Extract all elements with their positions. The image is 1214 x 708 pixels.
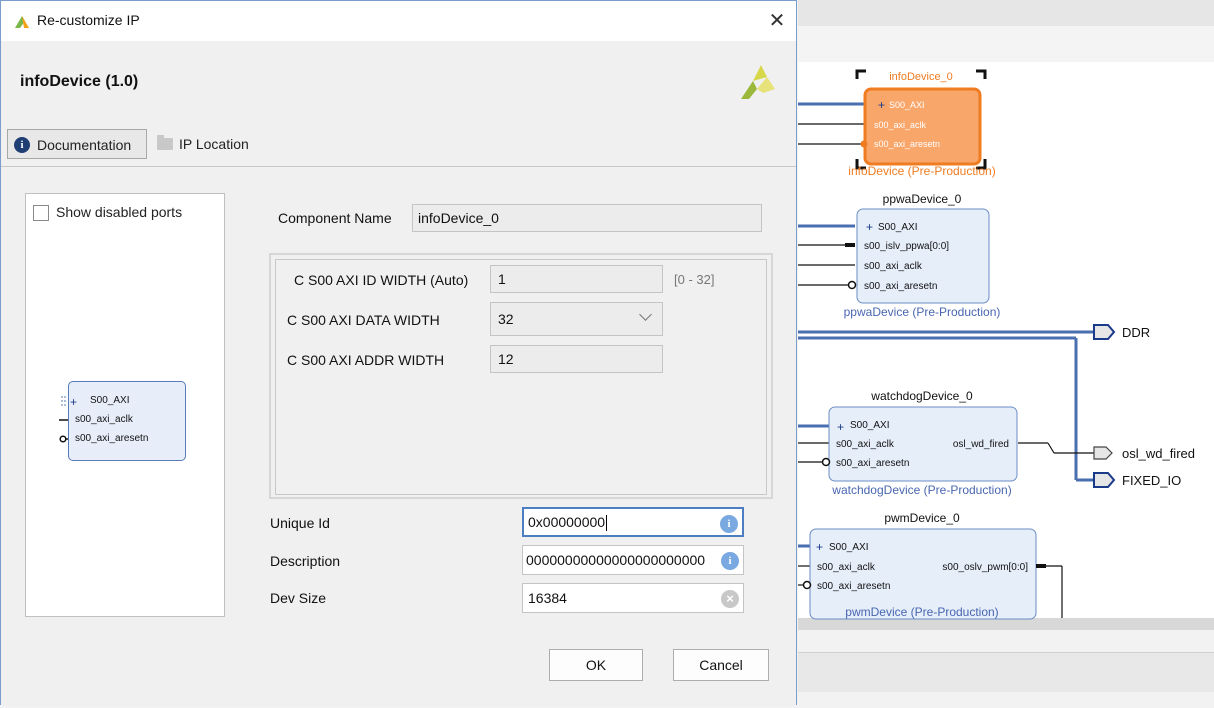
dialog-titlebar[interactable]: Re-customize IP ✕: [1, 1, 796, 41]
addr-width-field[interactable]: 12: [490, 345, 663, 373]
component-name-label: Component Name: [278, 210, 392, 226]
dev-size-value: 16384: [528, 590, 567, 606]
data-width-value: 32: [498, 311, 514, 327]
svg-text:+: +: [837, 420, 844, 434]
close-icon[interactable]: ✕: [763, 7, 791, 35]
ip-symbol-port: S00_AXI: [90, 395, 130, 406]
xilinx-logo-icon: [741, 65, 775, 99]
watchdogdevice-block-subtitle: watchdogDevice (Pre-Production): [831, 483, 1011, 497]
info-icon[interactable]: i: [721, 552, 739, 570]
folder-icon: [157, 135, 173, 150]
pwmdevice-block-subtitle: pwmDevice (Pre-Production): [845, 605, 998, 619]
unique-id-label: Unique Id: [270, 515, 330, 531]
dev-size-input[interactable]: 16384 ×: [522, 583, 744, 613]
data-width-label: C S00 AXI DATA WIDTH: [287, 312, 440, 328]
unique-id-value: 0x00000000: [528, 514, 606, 530]
infodevice-block-subtitle: infoDevice (Pre-Production): [848, 164, 995, 178]
id-width-range: [0 - 32]: [674, 272, 715, 287]
ppwadevice-block-subtitle: ppwaDevice (Pre-Production): [844, 305, 1001, 319]
ok-button[interactable]: OK: [549, 649, 643, 681]
dialog-header: infoDevice (1.0): [1, 41, 796, 121]
osl-wd-fired-port-label: osl_wd_fired: [1122, 446, 1195, 461]
infodevice-port: s00_axi_aclk: [874, 120, 927, 130]
dialog-tabbar: i Documentation IP Location: [1, 123, 796, 167]
vivado-app-icon: [15, 16, 29, 28]
description-input[interactable]: 00000000000000000000000 i: [522, 545, 744, 575]
fixed-io-port-label: FIXED_IO: [1122, 473, 1181, 488]
id-width-field[interactable]: 1: [490, 265, 663, 293]
clear-icon[interactable]: ×: [721, 590, 739, 608]
re-customize-ip-dialog: Re-customize IP ✕ infoDevice (1.0) i Doc…: [0, 0, 797, 706]
parameters-inner-frame: [275, 259, 767, 495]
infodevice-port: s00_axi_aresetn: [874, 139, 940, 149]
watchdogdevice-port: S00_AXI: [850, 420, 889, 431]
ip-symbol-connectors: +: [59, 395, 77, 443]
addr-width-label: C S00 AXI ADDR WIDTH: [287, 352, 445, 368]
ip-symbol-port: s00_axi_aresetn: [75, 433, 149, 444]
ppwadevice-block-name: ppwaDevice_0: [883, 192, 962, 206]
pwmdevice-port: s00_axi_aclk: [817, 562, 876, 573]
watchdogdevice-port: s00_axi_aclk: [836, 439, 895, 450]
watchdogdevice-port: s00_axi_aresetn: [836, 458, 909, 469]
infodevice-port: S00_AXI: [889, 100, 925, 110]
info-icon: i: [14, 137, 30, 153]
id-width-label: C S00 AXI ID WIDTH (Auto): [294, 272, 469, 288]
component-name-field[interactable]: infoDevice_0: [412, 204, 762, 232]
svg-text:+: +: [70, 395, 77, 409]
description-label: Description: [270, 553, 341, 569]
watchdogdevice-port: osl_wd_fired: [953, 439, 1009, 450]
ppwadevice-port: s00_axi_aclk: [864, 261, 923, 272]
svg-text:+: +: [816, 540, 823, 554]
ip-symbol-port: s00_axi_aclk: [75, 414, 133, 425]
chevron-down-icon: [639, 308, 652, 321]
ddr-port-label: DDR: [1122, 325, 1150, 340]
ppwadevice-port: s00_islv_ppwa[0:0]: [864, 241, 949, 252]
text-caret: [606, 515, 608, 532]
cancel-button[interactable]: Cancel: [673, 649, 769, 681]
ppwadevice-port: S00_AXI: [878, 222, 917, 233]
pwmdevice-port: S00_AXI: [829, 542, 868, 553]
pwmdevice-block-name: pwmDevice_0: [884, 511, 960, 525]
info-icon[interactable]: i: [720, 515, 738, 533]
tab-label: Documentation: [37, 137, 132, 153]
infodevice-block-name: infoDevice_0: [889, 71, 953, 83]
description-value: 00000000000000000000000: [526, 552, 706, 568]
pwmdevice-port: s00_oslv_pwm[0:0]: [942, 562, 1028, 573]
ip-name-title: infoDevice (1.0): [20, 73, 139, 90]
pwmdevice-port: s00_axi_aresetn: [817, 581, 890, 592]
watchdogdevice-block-name: watchdogDevice_0: [870, 389, 973, 403]
tab-label: IP Location: [179, 136, 249, 152]
tab-documentation[interactable]: i Documentation: [7, 129, 147, 159]
tab-ip-location[interactable]: IP Location: [157, 129, 277, 159]
svg-text:+: +: [878, 98, 885, 112]
dev-size-label: Dev Size: [270, 590, 327, 606]
ip-symbol-preview: Show disabled ports + S00_AXI s00_axi_ac…: [25, 193, 225, 617]
ppwadevice-port: s00_axi_aresetn: [864, 281, 937, 292]
dialog-title: Re-customize IP: [37, 12, 140, 28]
svg-text:+: +: [866, 220, 873, 234]
unique-id-input[interactable]: 0x00000000 i: [522, 507, 744, 537]
data-width-select[interactable]: 32: [490, 302, 663, 336]
